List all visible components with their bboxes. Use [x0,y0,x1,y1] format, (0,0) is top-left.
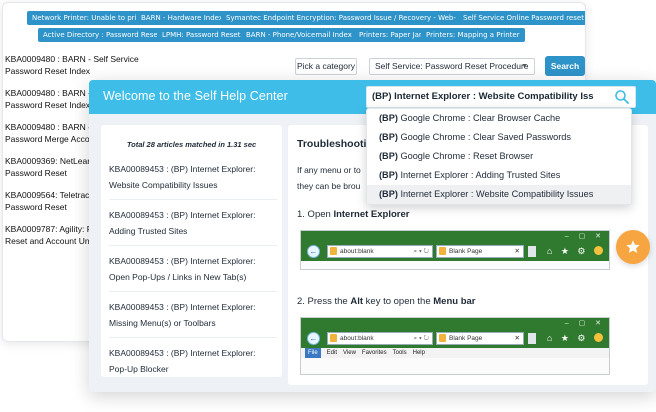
category-select-value: Self Service: Password Reset Procedure [375,61,529,71]
close-icon: ✕ [514,248,520,255]
search-input-value: (BP) Internet Explorer : Website Compati… [372,91,594,102]
suggestion-item[interactable]: (BP) Google Chrome : Clear Browser Cache [367,109,631,128]
step-2: 2. Press the Alt key to open the Menu ba… [297,296,476,307]
suggestion-item-active[interactable]: (BP) Internet Explorer : Website Compati… [367,185,631,204]
window-controls-icon: – ▢ ✕ [564,233,605,240]
tag-paper-jam[interactable]: Printers: Paper Jam [354,28,431,42]
page-icon [439,247,446,255]
menu-help: Help [412,350,425,356]
step-1: 1. Open Internet Explorer [297,209,410,220]
ie-address-bar: about:blank ⌕ ▾ ↻ [327,332,433,345]
ie-tab: Blank Page ✕ [436,245,524,258]
suggestion-item[interactable]: (BP) Internet Explorer : Adding Trusted … [367,166,631,185]
new-tab-icon [528,333,536,344]
search-button[interactable]: Search [545,56,585,76]
result-item[interactable]: KBA00089453 : (BP) Internet Explorer: Mi… [109,299,277,338]
result-item[interactable]: KBA00089453 : (BP) Internet Explorer: Ad… [109,207,277,246]
smiley-icon [594,246,603,255]
page-icon [330,334,337,342]
page-title: Welcome to the Self Help Center [103,89,288,103]
article-title: Troubleshootin [297,138,373,150]
page-icon [330,247,337,255]
category-select[interactable]: Self Service: Password Reset Procedure ▼ [369,58,535,75]
ie-screenshot-1: – ▢ ✕ ← about:blank ⌕ ▾ ↻ Blank Page ✕ ⌂ ★… [300,230,610,270]
ie-screenshot-2: – ▢ ✕ ← about:blank ⌕ ▾ ↻ Blank Page ✕ ⌂ ★… [300,317,610,375]
close-icon: ✕ [514,335,520,342]
ie-toolbar-icons: ⌂ ★ ⚙ [547,246,603,257]
suggestion-item[interactable]: (BP) Google Chrome : Reset Browser [367,147,631,166]
suggestion-item[interactable]: (BP) Google Chrome : Clear Saved Passwor… [367,128,631,147]
search-icon[interactable] [614,89,630,105]
smiley-icon [594,333,603,342]
result-item[interactable]: KBA00089453 : (BP) Internet Explorer: Po… [109,345,277,383]
back-arrow-icon: ← [307,332,320,345]
menu-file: File [305,348,321,358]
back-article[interactable]: KBA0009480 : BARN - Self Service Password… [5,53,145,77]
back-arrow-icon: ← [307,245,320,258]
search-input[interactable]: (BP) Internet Explorer : Website Compati… [366,86,636,108]
pick-category-button[interactable]: Pick a category [295,58,357,75]
tag-barn-phone[interactable]: BARN - Phone/Voicemail Index [241,28,357,42]
tag-mapping-printer[interactable]: Printers: Mapping a Printer [421,28,525,42]
match-count: Total 28 articles matched in 1.31 sec [126,140,257,149]
menu-tools: Tools [392,350,407,356]
menu-view: View [343,350,356,356]
search-suggestions: (BP) Google Chrome : Clear Browser Cache… [366,108,632,205]
tag-symantec[interactable]: Symantec Endpoint Encryption: Password I… [221,11,485,25]
ie-tab: Blank Page ✕ [436,332,524,345]
menu-favorites: Favorites [361,350,387,356]
result-item[interactable]: KBA00089453 : (BP) Internet Explorer: We… [109,161,277,200]
tag-self-service[interactable]: Self Service Online Password reset [458,11,585,25]
window-controls-icon: – ▢ ✕ [564,320,605,327]
ie-toolbar-icons: ⌂ ★ ⚙ [547,333,603,344]
ie-menu-bar: File Edit View Favorites Tools Help [301,348,609,358]
new-tab-icon [528,246,536,257]
page-icon [439,334,446,342]
tag-lpmh[interactable]: LPMH: Password Reset [157,28,246,42]
results-panel: Total 28 articles matched in 1.31 sec KB… [101,125,282,377]
tag-network-printer[interactable]: Network Printer: Unable to print [27,11,149,25]
menu-edit: Edit [326,350,338,356]
chevron-down-icon: ▼ [521,63,528,70]
tag-barn-hardware[interactable]: BARN - Hardware Index [136,11,228,25]
ie-address-bar: about:blank ⌕ ▾ ↻ [327,245,433,258]
favorite-button[interactable] [616,230,650,264]
star-icon [626,240,640,253]
result-item[interactable]: KBA00089453 : (BP) Internet Explorer: Op… [109,253,277,292]
